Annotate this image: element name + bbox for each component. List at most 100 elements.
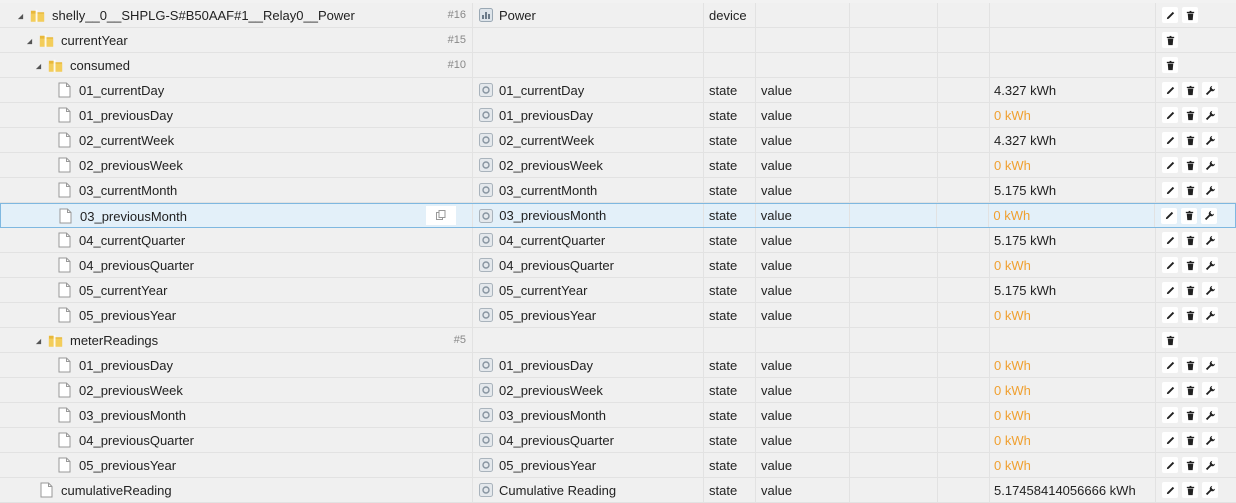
- tree-state-row[interactable]: 02_previousWeek 02_previousWeek state value…: [0, 153, 1236, 178]
- settings-button[interactable]: [1202, 357, 1218, 373]
- value-cell[interactable]: 5.175 kWh: [990, 178, 1156, 202]
- settings-button[interactable]: [1202, 257, 1218, 273]
- delete-button[interactable]: [1182, 82, 1198, 98]
- settings-button[interactable]: [1202, 107, 1218, 123]
- value-cell[interactable]: 0 kWh: [989, 204, 1156, 227]
- delete-button[interactable]: [1182, 457, 1198, 473]
- value-cell[interactable]: 0 kWh: [990, 378, 1156, 402]
- expand-toggle-icon[interactable]: [33, 61, 43, 71]
- settings-button[interactable]: [1202, 457, 1218, 473]
- delete-button[interactable]: [1182, 107, 1198, 123]
- value-cell[interactable]: 0 kWh: [990, 303, 1156, 327]
- delete-button[interactable]: [1182, 482, 1198, 498]
- edit-button[interactable]: [1162, 7, 1178, 23]
- tree-folder-row[interactable]: shelly__0__SHPLG-S#B50AAF#1__Relay0__Pow…: [0, 3, 1236, 28]
- delete-button[interactable]: [1182, 282, 1198, 298]
- edit-button[interactable]: [1162, 457, 1178, 473]
- object-name: 04_previousQuarter: [499, 432, 614, 448]
- tree-state-row[interactable]: 04_previousQuarter 04_previousQuarter stat…: [0, 428, 1236, 453]
- settings-button[interactable]: [1202, 482, 1218, 498]
- delete-button[interactable]: [1182, 157, 1198, 173]
- edit-button[interactable]: [1162, 82, 1178, 98]
- tree-folder-row[interactable]: meterReadings #5: [0, 328, 1236, 353]
- tree-state-row[interactable]: 03_previousMonth 03_previousMonth state val…: [0, 403, 1236, 428]
- value-cell[interactable]: [990, 53, 1156, 77]
- settings-button[interactable]: [1202, 157, 1218, 173]
- edit-button[interactable]: [1162, 182, 1178, 198]
- value-cell[interactable]: [990, 28, 1156, 52]
- settings-button[interactable]: [1202, 132, 1218, 148]
- settings-button[interactable]: [1202, 282, 1218, 298]
- edit-button[interactable]: [1162, 282, 1178, 298]
- copy-id-button[interactable]: [426, 206, 457, 225]
- edit-button[interactable]: [1162, 357, 1178, 373]
- value-cell[interactable]: [990, 328, 1156, 352]
- tree-state-row[interactable]: 05_previousYear 05_previousYear state value…: [0, 453, 1236, 478]
- value-cell[interactable]: 0 kWh: [990, 403, 1156, 427]
- value-cell[interactable]: 5.175 kWh: [990, 228, 1156, 252]
- delete-button[interactable]: [1162, 32, 1178, 48]
- value-cell[interactable]: 0 kWh: [990, 103, 1156, 127]
- delete-button[interactable]: [1182, 432, 1198, 448]
- settings-button[interactable]: [1202, 232, 1218, 248]
- delete-button[interactable]: [1182, 132, 1198, 148]
- settings-button[interactable]: [1202, 407, 1218, 423]
- tree-state-row[interactable]: 04_currentQuarter 04_currentQuarter state v…: [0, 228, 1236, 253]
- delete-button[interactable]: [1162, 332, 1178, 348]
- value-cell[interactable]: 4.327 kWh: [990, 128, 1156, 152]
- expand-toggle-icon[interactable]: [24, 36, 34, 46]
- tree-state-row[interactable]: 02_previousWeek 02_previousWeek state value…: [0, 378, 1236, 403]
- value-cell[interactable]: [990, 3, 1156, 27]
- value-cell[interactable]: 5.175 kWh: [990, 278, 1156, 302]
- tree-state-row[interactable]: 02_currentWeek 02_currentWeek state value 4.…: [0, 128, 1236, 153]
- tree-state-row[interactable]: 01_previousDay 01_previousDay state value 0 …: [0, 103, 1236, 128]
- value-cell[interactable]: 0 kWh: [990, 353, 1156, 377]
- tree-state-row[interactable]: 03_previousMonth 03_previousMonth state val…: [0, 203, 1236, 228]
- tree-folder-row[interactable]: currentYear #15: [0, 28, 1236, 53]
- tree-state-row[interactable]: 01_previousDay 01_previousDay state value 0 …: [0, 353, 1236, 378]
- wrench-icon: [1205, 360, 1216, 371]
- settings-button[interactable]: [1202, 382, 1218, 398]
- delete-button[interactable]: [1182, 307, 1198, 323]
- edit-button[interactable]: [1162, 257, 1178, 273]
- delete-button[interactable]: [1182, 357, 1198, 373]
- value-cell[interactable]: 4.327 kWh: [990, 78, 1156, 102]
- tree-state-row[interactable]: 05_previousYear 05_previousYear state value…: [0, 303, 1236, 328]
- tree-state-row[interactable]: 03_currentMonth 03_currentMonth state value…: [0, 178, 1236, 203]
- tree-state-row[interactable]: 05_currentYear 05_currentYear state value 5.…: [0, 278, 1236, 303]
- tree-state-row[interactable]: cumulativeReading Cumulative Reading state…: [0, 478, 1236, 503]
- value-cell[interactable]: 0 kWh: [990, 253, 1156, 277]
- settings-button[interactable]: [1202, 182, 1218, 198]
- edit-button[interactable]: [1162, 382, 1178, 398]
- edit-button[interactable]: [1162, 157, 1178, 173]
- delete-button[interactable]: [1182, 232, 1198, 248]
- tree-folder-row[interactable]: consumed #10: [0, 53, 1236, 78]
- expand-toggle-icon[interactable]: [15, 11, 25, 21]
- delete-button[interactable]: [1182, 182, 1198, 198]
- edit-button[interactable]: [1162, 432, 1178, 448]
- delete-button[interactable]: [1182, 382, 1198, 398]
- edit-button[interactable]: [1162, 482, 1178, 498]
- delete-button[interactable]: [1182, 257, 1198, 273]
- edit-button[interactable]: [1162, 132, 1178, 148]
- settings-button[interactable]: [1202, 307, 1218, 323]
- value-cell[interactable]: 5.17458414056666 kWh: [990, 478, 1156, 502]
- delete-button[interactable]: [1181, 207, 1198, 224]
- value-cell[interactable]: 0 kWh: [990, 153, 1156, 177]
- tree-state-row[interactable]: 01_currentDay 01_currentDay state value 4.32…: [0, 78, 1236, 103]
- edit-button[interactable]: [1162, 307, 1178, 323]
- edit-button[interactable]: [1162, 407, 1178, 423]
- settings-button[interactable]: [1201, 207, 1218, 224]
- value-cell[interactable]: 0 kWh: [990, 453, 1156, 477]
- expand-toggle-icon[interactable]: [33, 336, 43, 346]
- tree-state-row[interactable]: 04_previousQuarter 04_previousQuarter stat…: [0, 253, 1236, 278]
- settings-button[interactable]: [1202, 432, 1218, 448]
- settings-button[interactable]: [1202, 82, 1218, 98]
- delete-button[interactable]: [1182, 407, 1198, 423]
- edit-button[interactable]: [1161, 207, 1178, 224]
- edit-button[interactable]: [1162, 107, 1178, 123]
- edit-button[interactable]: [1162, 232, 1178, 248]
- delete-button[interactable]: [1182, 7, 1198, 23]
- delete-button[interactable]: [1162, 57, 1178, 73]
- value-cell[interactable]: 0 kWh: [990, 428, 1156, 452]
